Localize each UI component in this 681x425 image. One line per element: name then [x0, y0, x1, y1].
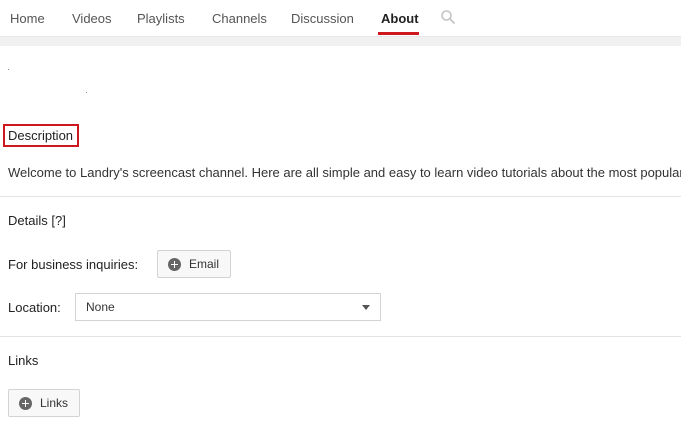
- section-divider: [0, 336, 681, 337]
- blank-stat-mark: [8, 69, 9, 70]
- tab-discussion[interactable]: Discussion: [291, 11, 354, 26]
- description-heading: Description: [8, 128, 74, 143]
- business-inquiries-label: For business inquiries:: [8, 257, 139, 272]
- tab-playlists[interactable]: Playlists: [137, 11, 185, 26]
- tab-home[interactable]: Home: [10, 11, 45, 26]
- active-tab-indicator: [378, 32, 419, 35]
- plus-circle-icon: [168, 257, 181, 271]
- section-divider: [0, 196, 681, 197]
- channel-tab-bar: Home Videos Playlists Channels Discussio…: [0, 0, 681, 36]
- description-text: Welcome to Landry's screencast channel. …: [8, 165, 681, 180]
- blank-stat-mark: [86, 92, 87, 93]
- links-button-label: Links: [40, 396, 69, 410]
- location-select[interactable]: None: [75, 293, 381, 321]
- caret-down-icon: [362, 305, 370, 310]
- links-heading: Links: [8, 353, 39, 368]
- search-icon[interactable]: [440, 9, 456, 25]
- add-links-button[interactable]: Links: [8, 389, 80, 417]
- plus-circle-icon: [19, 396, 32, 410]
- location-label: Location:: [8, 300, 61, 315]
- location-select-value: None: [86, 300, 115, 314]
- email-button[interactable]: Email: [157, 250, 231, 278]
- tab-channels[interactable]: Channels: [212, 11, 267, 26]
- tab-videos[interactable]: Videos: [72, 11, 112, 26]
- email-button-label: Email: [189, 257, 220, 271]
- details-heading: Details [?]: [8, 213, 66, 228]
- header-divider-band: [0, 36, 681, 46]
- tab-about[interactable]: About: [381, 11, 419, 26]
